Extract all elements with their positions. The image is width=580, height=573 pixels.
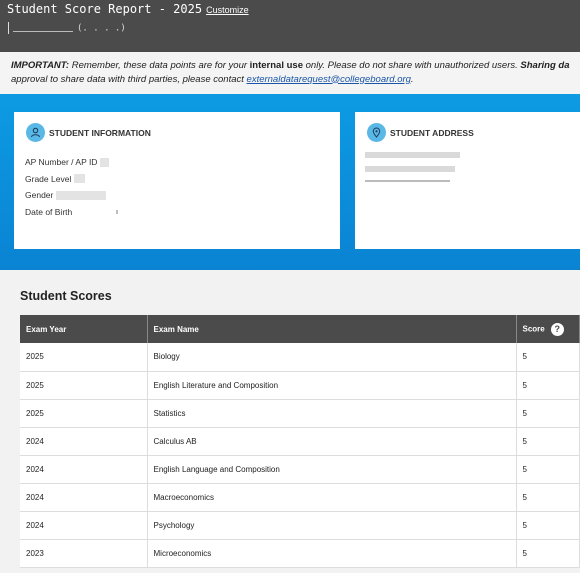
- student-information-fields: AP Number / AP ID Grade Level Gender Dat…: [25, 154, 119, 221]
- report-title-text: Student Score Report - 2025: [7, 2, 203, 16]
- score-cell: 5: [516, 539, 580, 568]
- score-cell: 5: [516, 455, 580, 484]
- exam-year-cell: 2025: [20, 371, 148, 400]
- student-address-header: STUDENT ADDRESS: [367, 123, 474, 142]
- field-label: Gender: [25, 190, 54, 201]
- student-information-card: STUDENT INFORMATION AP Number / AP ID Gr…: [14, 112, 340, 249]
- notice-lead: IMPORTANT:: [11, 60, 70, 71]
- student-information-title: STUDENT INFORMATION: [49, 127, 151, 138]
- redacted-address-line: [365, 152, 460, 158]
- table-row: 2024 English Language and Composition 5: [20, 455, 580, 484]
- report-subtitle: (. . . .): [8, 22, 126, 34]
- exam-year-cell: 2024: [20, 483, 148, 512]
- student-address-card: STUDENT ADDRESS: [355, 112, 580, 249]
- field-gender: Gender: [25, 187, 118, 204]
- text-cursor: [8, 22, 9, 34]
- field-date-of-birth: Date of Birth: [25, 204, 119, 221]
- exam-year-cell: 2025: [20, 343, 148, 372]
- field-ap-number: AP Number / AP ID: [25, 154, 118, 171]
- notice-sharing: Sharing da: [520, 60, 570, 71]
- exam-name-cell: Calculus AB: [147, 427, 517, 456]
- report-title: Student Score Report - 2025 Customize: [7, 2, 249, 16]
- redacted-value: [56, 190, 107, 200]
- field-label: Grade Level: [25, 173, 72, 184]
- exam-name-cell: English Language and Composition: [147, 455, 517, 484]
- exam-year-cell: 2024: [20, 455, 148, 484]
- redacted-address-line: [365, 180, 450, 182]
- subtitle-fragment: (. . . .): [77, 23, 126, 34]
- exam-year-cell: 2024: [20, 427, 148, 456]
- redacted-value: [74, 174, 86, 184]
- exam-name-cell: Microeconomics: [147, 539, 517, 568]
- exam-name-cell: Macroeconomics: [147, 483, 517, 512]
- notice-internal-use: internal use: [249, 60, 303, 71]
- score-cell: 5: [516, 483, 580, 512]
- redacted-address-line: [365, 166, 455, 172]
- score-cell: 5: [516, 399, 580, 428]
- column-header-exam-year[interactable]: Exam Year: [20, 315, 148, 343]
- person-icon: [26, 123, 45, 142]
- notice-text-1: Remember, these data points are for your: [69, 60, 250, 71]
- score-cell: 5: [516, 371, 580, 400]
- exam-year-cell: 2023: [20, 539, 148, 568]
- redacted-subtitle: [13, 24, 73, 32]
- notice-text-2: only. Please do not share with unauthori…: [302, 60, 521, 71]
- notice-line-2-text: approval to share data with third partie…: [11, 73, 247, 85]
- student-information-header: STUDENT INFORMATION: [26, 123, 151, 142]
- column-header-score[interactable]: Score?: [516, 315, 580, 343]
- student-address-title: STUDENT ADDRESS: [390, 127, 474, 138]
- column-header-exam-name[interactable]: Exam Name: [147, 315, 517, 343]
- notice-line-1: IMPORTANT: Remember, these data points a…: [11, 59, 580, 73]
- field-label: Date of Birth: [25, 206, 73, 217]
- redacted-value: [116, 209, 119, 214]
- table-row: 2024 Macroeconomics 5: [20, 483, 580, 512]
- table-row: 2024 Calculus AB 5: [20, 427, 580, 456]
- redacted-value: [100, 157, 110, 167]
- field-grade-level: Grade Level: [25, 171, 118, 188]
- table-header-row: Exam Year Exam Name Score?: [20, 315, 580, 343]
- table-row: 2023 Microeconomics 5: [20, 539, 580, 568]
- table-row: 2025 English Literature and Composition 5: [20, 371, 580, 400]
- table-row: 2024 Psychology 5: [20, 511, 580, 540]
- score-cell: 5: [516, 343, 580, 372]
- score-header-label: Score: [522, 324, 545, 334]
- report-header: Student Score Report - 2025 Customize (. …: [0, 0, 580, 52]
- field-label: AP Number / AP ID: [25, 157, 98, 168]
- email-link[interactable]: externaldatarequest@collegeboard.org: [247, 74, 411, 85]
- score-cell: 5: [516, 511, 580, 540]
- score-cell: 5: [516, 427, 580, 456]
- exam-name-cell: Psychology: [147, 511, 517, 540]
- scores-table-body: 2025 Biology 5 2025 English Literature and C…: [20, 343, 580, 568]
- scores-table: Exam Year Exam Name Score? 2025 Biology 5 2…: [20, 315, 580, 568]
- important-notice: IMPORTANT: Remember, these data points a…: [0, 52, 580, 94]
- exam-name-cell: English Literature and Composition: [147, 371, 517, 400]
- exam-year-cell: 2025: [20, 399, 148, 428]
- help-icon[interactable]: ?: [550, 322, 564, 336]
- customize-link[interactable]: Customize: [206, 5, 249, 15]
- table-row: 2025 Statistics 5: [20, 399, 580, 428]
- notice-line-2-end: .: [410, 73, 414, 85]
- table-row: 2025 Biology 5: [20, 343, 580, 372]
- exam-year-cell: 2024: [20, 511, 148, 540]
- notice-line-2: approval to share data with third partie…: [11, 73, 580, 87]
- exam-name-cell: Biology: [147, 343, 517, 372]
- location-pin-icon: [367, 123, 386, 142]
- redacted-address: [365, 152, 460, 190]
- student-scores-title: Student Scores: [20, 289, 112, 303]
- exam-name-cell: Statistics: [147, 399, 517, 428]
